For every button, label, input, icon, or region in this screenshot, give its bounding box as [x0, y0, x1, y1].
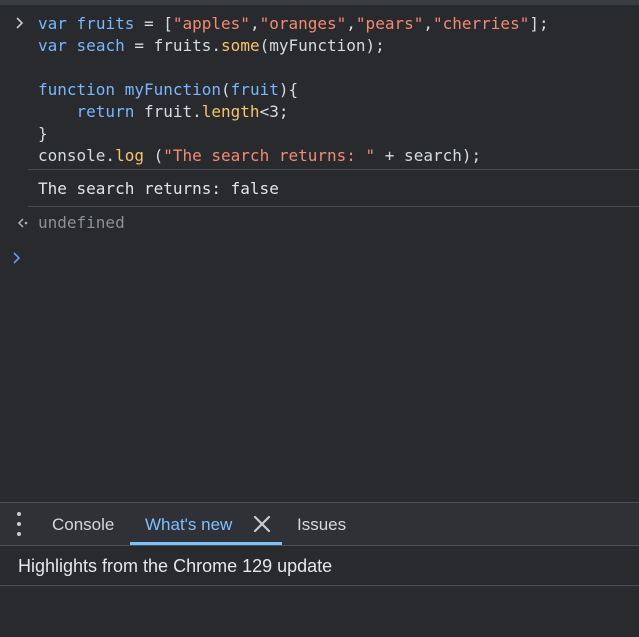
- drawer-divider: [0, 585, 639, 586]
- console-output: The search returns: false: [38, 179, 279, 198]
- tab-issues[interactable]: Issues: [297, 503, 346, 545]
- message-divider: [28, 169, 639, 170]
- code-line: function myFunction(fruit){: [38, 80, 299, 99]
- drawer-tabbar: Console What's new Issues: [0, 503, 639, 546]
- chevron-right-icon: [15, 12, 31, 34]
- console-panel: var fruits = ["apples","oranges","pears"…: [0, 6, 639, 502]
- close-icon[interactable]: [251, 513, 273, 535]
- message-divider: [28, 206, 639, 207]
- code-line: return fruit.length<3;: [76, 102, 289, 121]
- code-line: var fruits = ["apples","oranges","pears"…: [38, 14, 549, 33]
- return-value-arrow-icon: [15, 214, 29, 237]
- code-line: }: [38, 124, 48, 143]
- return-value: undefined: [38, 213, 125, 232]
- whats-new-highlights[interactable]: Highlights from the Chrome 129 update: [18, 555, 332, 577]
- code-line: var seach = fruits.some(myFunction);: [38, 36, 385, 55]
- kebab-menu-icon[interactable]: [10, 512, 28, 536]
- active-tab-indicator: [130, 542, 282, 545]
- code-block: var fruits = ["apples","oranges","pears"…: [38, 13, 549, 167]
- top-edge: [0, 0, 639, 5]
- tab-console[interactable]: Console: [52, 503, 114, 545]
- console-prompt-icon[interactable]: [12, 248, 22, 273]
- drawer-panel: Console What's new Issues Highlights fro…: [0, 502, 639, 637]
- code-line: console.log ("The search returns: " + se…: [38, 146, 482, 165]
- tab-whats-new[interactable]: What's new: [145, 503, 232, 545]
